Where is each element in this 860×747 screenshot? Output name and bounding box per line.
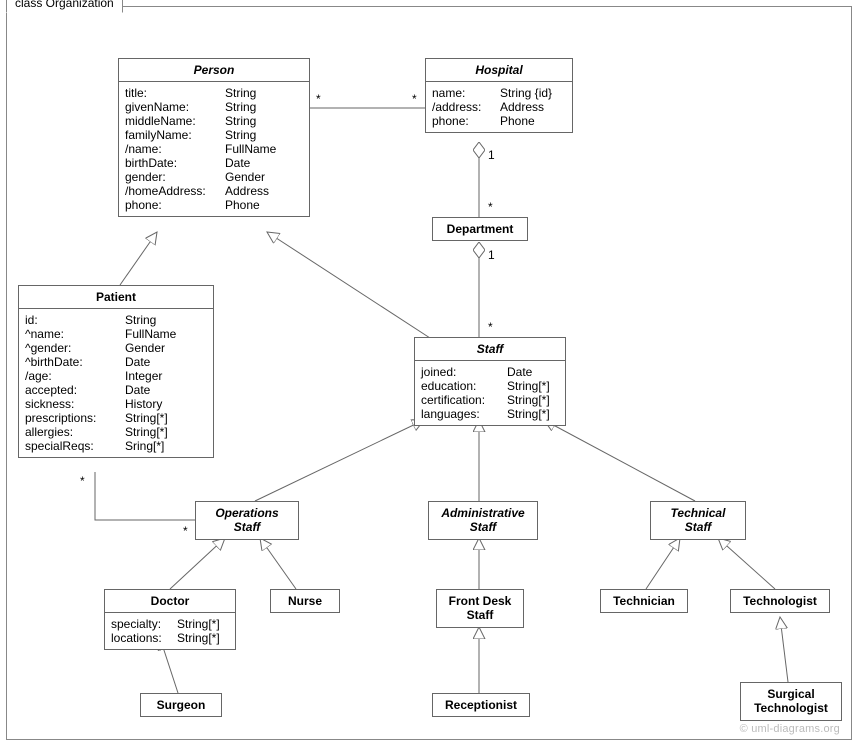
class-staff: Staff joined:Dateeducation:String[*]cert… — [414, 337, 566, 426]
class-patient: Patient id:String^name:FullName^gender:G… — [18, 285, 214, 458]
mult-dept-star-side: * — [488, 320, 493, 334]
class-department: Department — [432, 217, 528, 241]
watermark: © uml-diagrams.org — [740, 723, 840, 735]
class-hospital: Hospital name:String {id}/address:Addres… — [425, 58, 573, 133]
class-surgeon: Surgeon — [140, 693, 222, 717]
class-admstaff-title: Administrative Staff — [429, 502, 537, 539]
class-techstaff: Technical Staff — [650, 501, 746, 540]
class-hospital-attrs: name:String {id}/address:Addressphone:Ph… — [426, 82, 572, 132]
class-receptionist-title: Receptionist — [433, 694, 529, 716]
class-technician-title: Technician — [601, 590, 687, 612]
class-person-title: Person — [119, 59, 309, 82]
class-person-attrs: title:StringgivenName:StringmiddleName:S… — [119, 82, 309, 216]
class-person: Person title:StringgivenName:Stringmiddl… — [118, 58, 310, 217]
class-technologist-title: Technologist — [731, 590, 829, 612]
mult-hospital-star: * — [412, 92, 417, 106]
class-doctor: Doctor specialty:String[*]locations:Stri… — [104, 589, 236, 650]
class-staff-attrs: joined:Dateeducation:String[*]certificat… — [415, 361, 565, 425]
frame-title: class Organization — [6, 0, 123, 13]
class-surgtech: Surgical Technologist — [740, 682, 842, 721]
class-doctor-title: Doctor — [105, 590, 235, 613]
class-technician: Technician — [600, 589, 688, 613]
class-technologist: Technologist — [730, 589, 830, 613]
class-admstaff: Administrative Staff — [428, 501, 538, 540]
mult-ops-star: * — [183, 524, 188, 538]
mult-dept-star-top: * — [488, 200, 493, 214]
class-staff-title: Staff — [415, 338, 565, 361]
mult-dept-one: 1 — [488, 248, 495, 262]
class-doctor-attrs: specialty:String[*]locations:String[*] — [105, 613, 235, 649]
mult-person-star: * — [316, 92, 321, 106]
class-frontdesk: Front Desk Staff — [436, 589, 524, 628]
mult-hospital-one: 1 — [488, 148, 495, 162]
class-patient-attrs: id:String^name:FullName^gender:Gender^bi… — [19, 309, 213, 457]
class-opsstaff: Operations Staff — [195, 501, 299, 540]
class-opsstaff-title: Operations Staff — [196, 502, 298, 539]
mult-patient-star: * — [80, 474, 85, 488]
class-frontdesk-title: Front Desk Staff — [437, 590, 523, 627]
class-hospital-title: Hospital — [426, 59, 572, 82]
class-department-title: Department — [433, 218, 527, 240]
class-surgtech-title: Surgical Technologist — [741, 683, 841, 720]
class-receptionist: Receptionist — [432, 693, 530, 717]
class-surgeon-title: Surgeon — [141, 694, 221, 716]
class-techstaff-title: Technical Staff — [651, 502, 745, 539]
class-patient-title: Patient — [19, 286, 213, 309]
class-nurse: Nurse — [270, 589, 340, 613]
class-nurse-title: Nurse — [271, 590, 339, 612]
